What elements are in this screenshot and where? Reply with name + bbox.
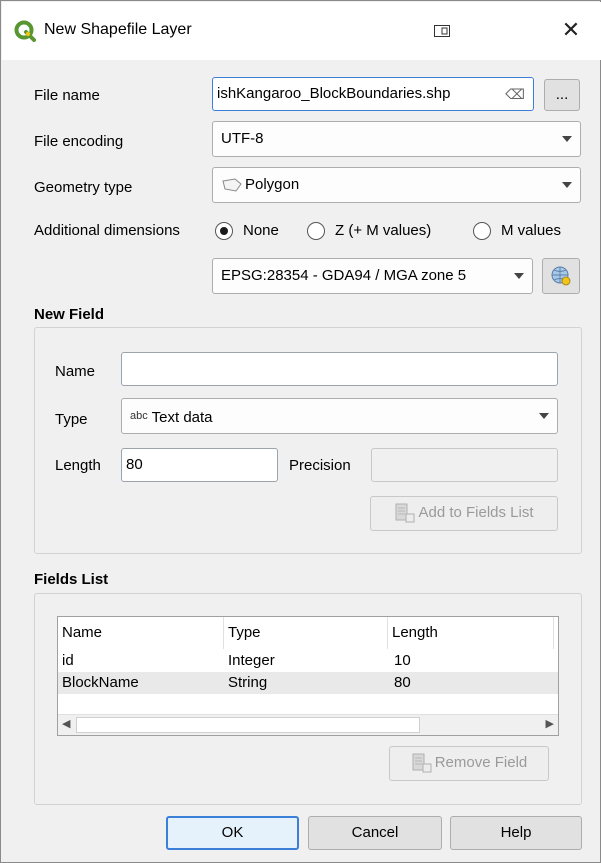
restore-icon [434, 25, 450, 37]
remove-field-label: Remove Field [434, 754, 528, 771]
help-label: Help [500, 824, 532, 841]
remove-field-icon [412, 753, 432, 773]
column-header-type[interactable]: Type [224, 617, 388, 649]
cell-name: BlockName [62, 674, 139, 691]
chevron-down-icon [562, 136, 572, 142]
close-button[interactable]: ✕ [557, 18, 585, 44]
browse-button[interactable]: ... [544, 79, 580, 111]
dialog-window: New Shapefile Layer ✕ File name ishKanga… [0, 0, 601, 863]
field-type-label: Type [55, 411, 88, 428]
column-header-length[interactable]: Length [388, 617, 554, 649]
add-to-fields-list-button[interactable]: Add to Fields List [370, 496, 558, 531]
crs-select[interactable]: EPSG:28354 - GDA94 / MGA zone 5 [212, 258, 533, 294]
new-field-title: New Field [34, 306, 105, 323]
dimension-none-radio[interactable] [215, 222, 233, 240]
precision-input[interactable] [371, 448, 558, 482]
crs-globe-icon [551, 266, 571, 286]
restore-button[interactable] [428, 18, 456, 44]
file-encoding-label: File encoding [34, 133, 124, 150]
cell-type: Integer [228, 652, 275, 669]
length-input[interactable]: 80 [121, 448, 278, 482]
chevron-down-icon [562, 182, 572, 188]
precision-label: Precision [289, 457, 351, 474]
file-name-label: File name [34, 87, 100, 104]
scrollbar-thumb[interactable] [76, 717, 420, 733]
field-type-select[interactable]: abc Text data [121, 398, 558, 434]
geometry-type-select[interactable]: Polygon [212, 167, 581, 203]
scroll-right-icon[interactable]: ▶ [546, 717, 554, 730]
text-data-icon: abc [130, 410, 148, 422]
dimension-none-label: None [243, 222, 279, 239]
field-type-value: Text data [151, 409, 213, 426]
help-button[interactable]: Help [450, 816, 582, 850]
select-crs-button[interactable] [542, 258, 580, 294]
cell-length: 10 [394, 652, 411, 669]
ok-button[interactable]: OK [166, 816, 299, 850]
clear-text-icon[interactable]: ⌫ [505, 78, 525, 110]
cell-length: 80 [394, 674, 411, 691]
polygon-icon [222, 178, 242, 192]
title-bar[interactable]: New Shapefile Layer ✕ [2, 2, 601, 60]
horizontal-scrollbar[interactable]: ◀ ▶ [58, 714, 558, 735]
window-title: New Shapefile Layer [44, 21, 192, 38]
crs-value: EPSG:28354 - GDA94 / MGA zone 5 [221, 267, 467, 284]
fields-list-title: Fields List [34, 571, 109, 588]
table-row[interactable]: id Integer 10 [58, 650, 558, 672]
dimension-z-label: Z (+ M values) [335, 222, 432, 239]
chevron-down-icon [514, 273, 524, 279]
file-encoding-value: UTF-8 [221, 130, 264, 147]
file-name-input[interactable]: ishKangaroo_BlockBoundaries.shp ⌫ [212, 77, 534, 111]
qgis-logo-icon [14, 20, 36, 42]
field-name-label: Name [55, 363, 96, 380]
length-label: Length [55, 457, 101, 474]
cancel-button[interactable]: Cancel [308, 816, 442, 850]
browse-label: ... [555, 86, 569, 103]
chevron-down-icon [539, 413, 549, 419]
cancel-label: Cancel [351, 824, 399, 841]
column-header-name[interactable]: Name [58, 617, 224, 649]
close-icon: ✕ [561, 17, 581, 42]
ok-label: OK [221, 824, 244, 841]
add-to-fields-list-label: Add to Fields List [418, 504, 534, 521]
length-value: 80 [126, 456, 143, 473]
table-row[interactable]: BlockName String 80 [58, 672, 558, 694]
dimension-m-radio[interactable] [473, 222, 491, 240]
add-field-icon [395, 503, 415, 523]
scroll-left-icon[interactable]: ◀ [62, 717, 70, 730]
cell-name: id [62, 652, 74, 669]
column-header-overflow [554, 617, 558, 649]
geometry-type-label: Geometry type [34, 179, 133, 196]
cell-type: String [228, 674, 268, 691]
dimension-z-radio[interactable] [307, 222, 325, 240]
fields-table: Name Type Length id Integer 10 BlockName… [57, 616, 559, 736]
file-name-value: ishKangaroo_BlockBoundaries.shp [217, 85, 451, 102]
dimension-m-label: M values [501, 222, 562, 239]
additional-dimensions-label: Additional dimensions [34, 222, 180, 239]
field-name-input[interactable] [121, 352, 558, 386]
file-encoding-select[interactable]: UTF-8 [212, 121, 581, 157]
geometry-type-value: Polygon [245, 176, 300, 193]
remove-field-button[interactable]: Remove Field [389, 746, 549, 781]
